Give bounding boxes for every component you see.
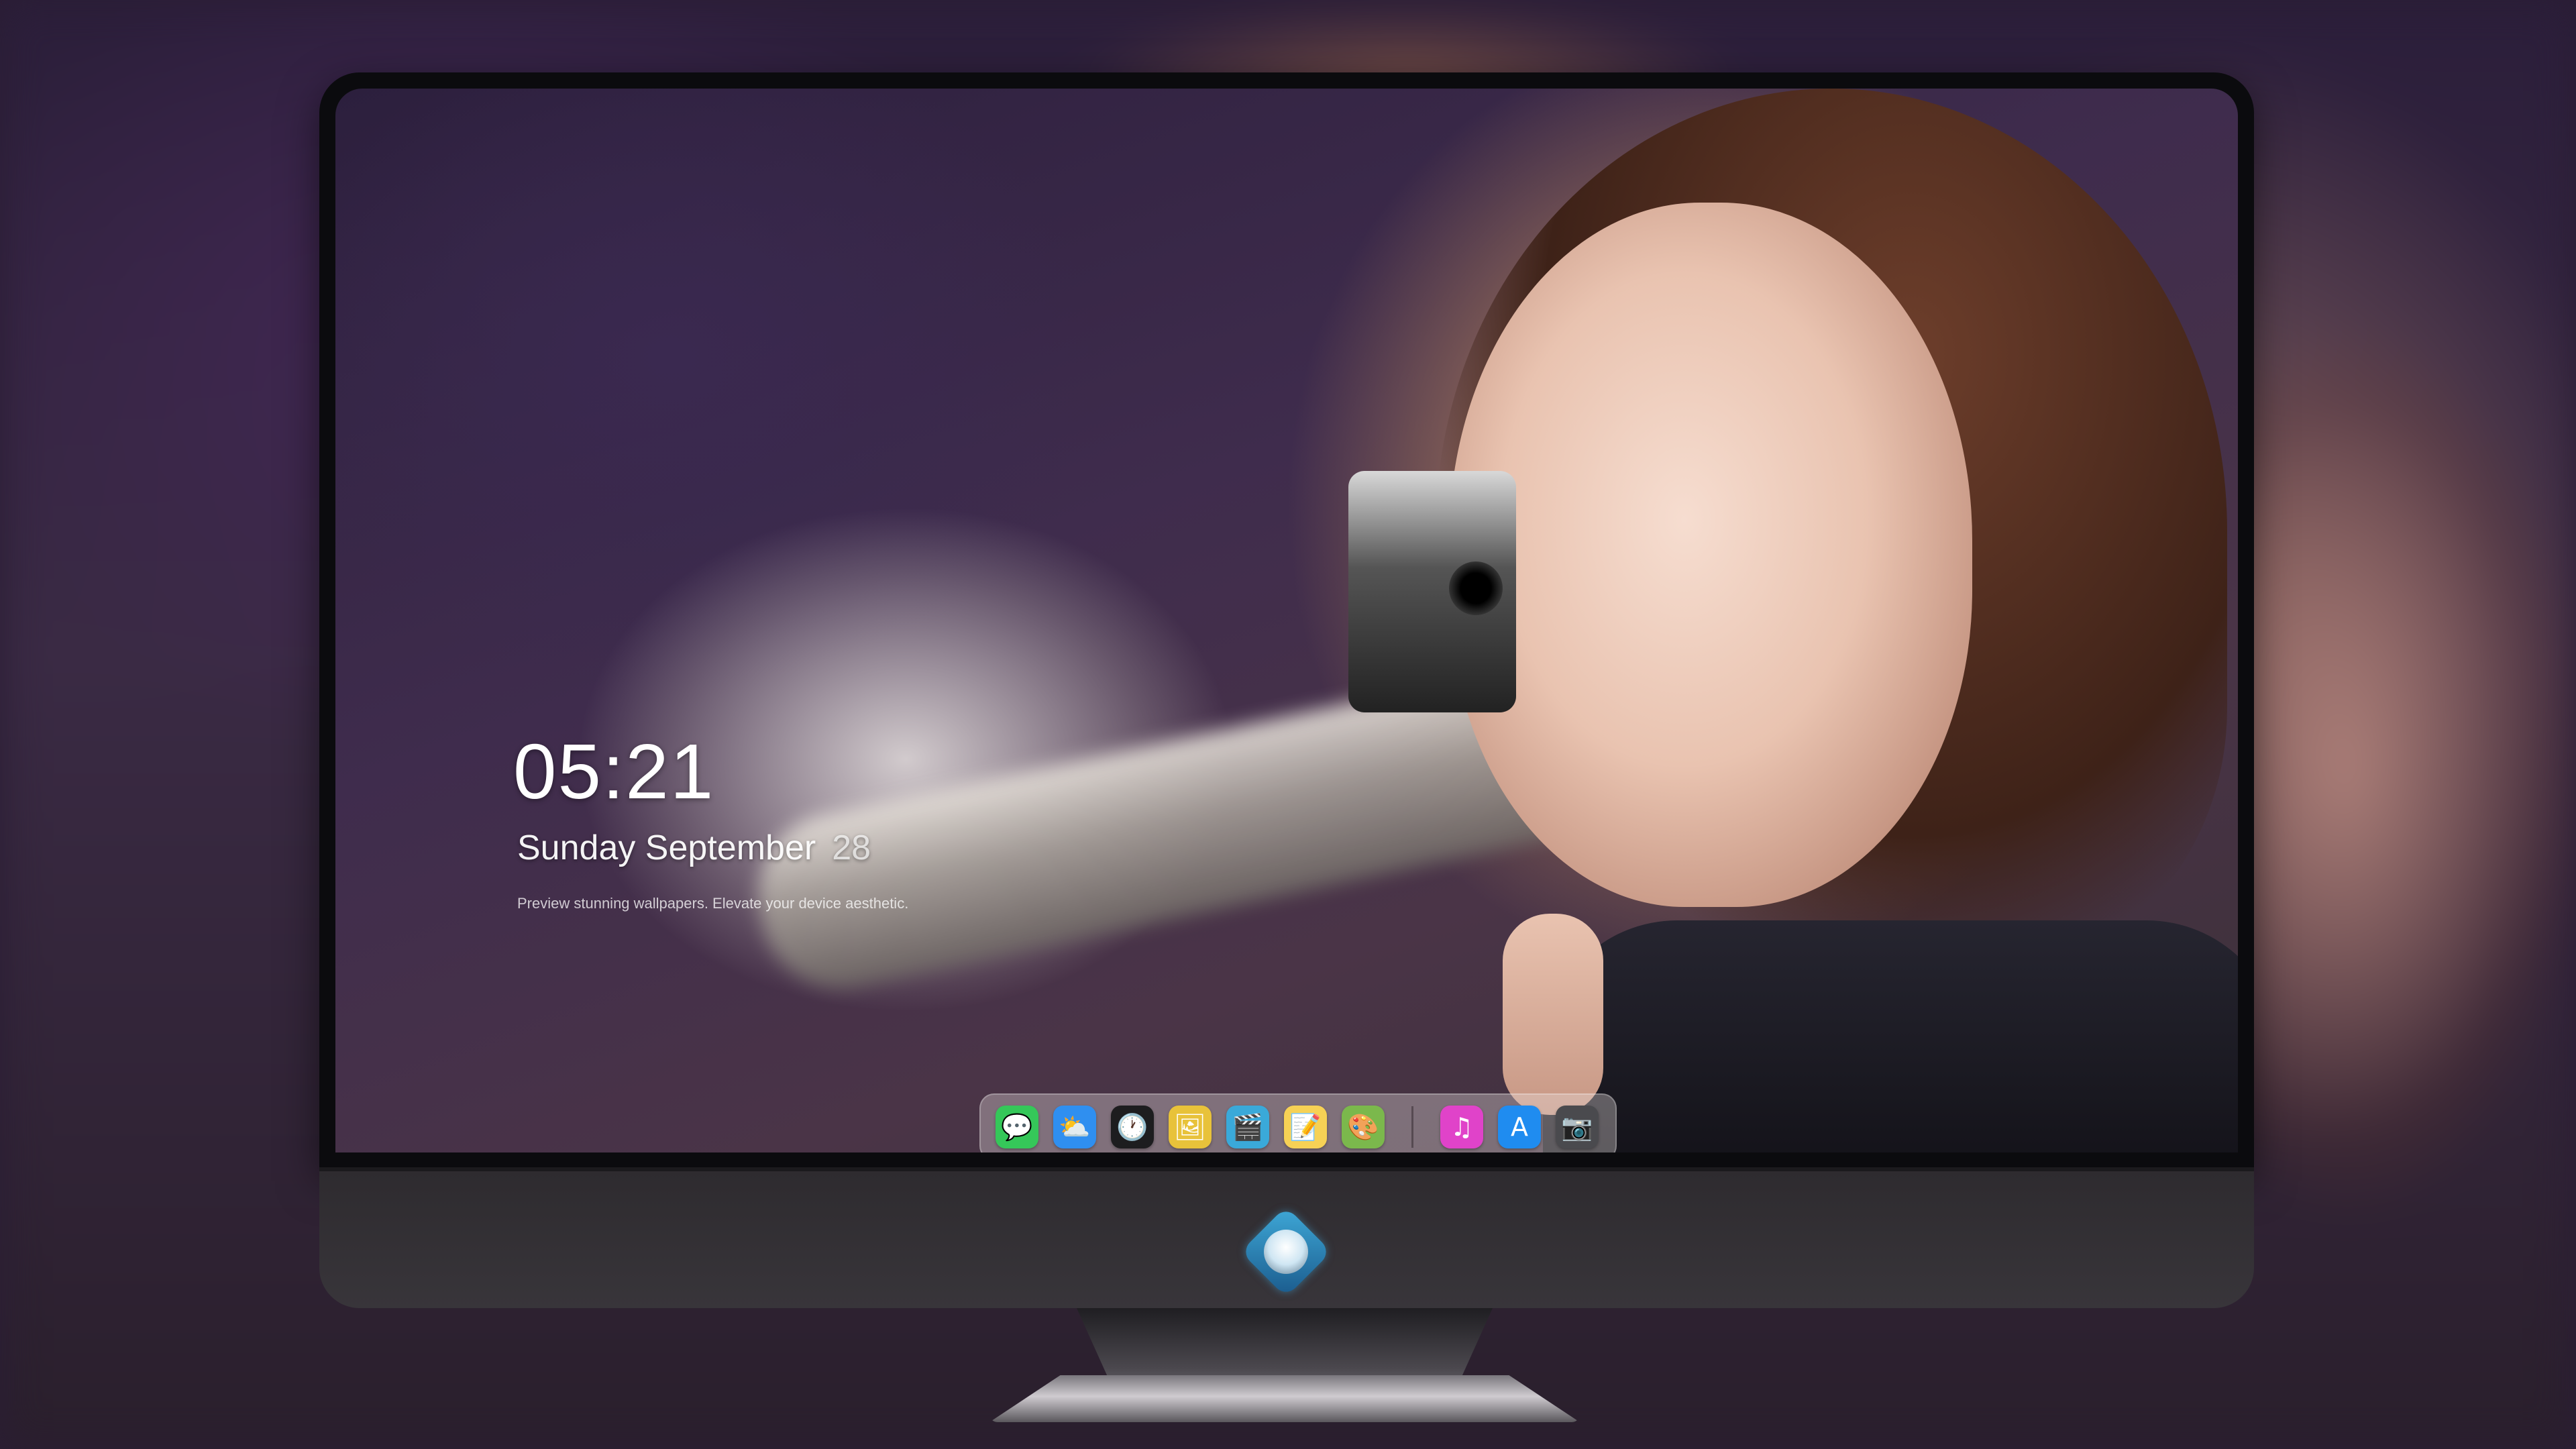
- weather-icon[interactable]: ⛅: [1053, 1106, 1096, 1148]
- dock: 💬 ⛅ 🕐 🖼 🎬 📝 🎨 ♫ A 📷: [979, 1093, 1617, 1152]
- monitor-stand: [989, 1308, 1580, 1449]
- notes-icon[interactable]: 📝: [1284, 1106, 1327, 1148]
- date-label: Sunday September: [517, 828, 816, 867]
- monitor-chin: [319, 1167, 2254, 1308]
- wallpaper-hand: [1503, 914, 1603, 1115]
- messages-icon[interactable]: 💬: [996, 1106, 1038, 1148]
- clapperboard-icon[interactable]: 🎬: [1226, 1106, 1269, 1148]
- app-store-icon[interactable]: A: [1498, 1106, 1541, 1148]
- wallpaper-shirt: [1543, 920, 2238, 1152]
- desktop-screen: 05:21 Sunday September 28 Preview stunnin…: [335, 89, 2238, 1152]
- music-icon[interactable]: ♫: [1440, 1106, 1483, 1148]
- monitor-bezel: 05:21 Sunday September 28 Preview stunnin…: [319, 72, 2254, 1167]
- photo-booth-icon[interactable]: 🎨: [1342, 1106, 1385, 1148]
- day-number: 28: [832, 828, 871, 867]
- wallpaper-tagline: Preview stunning wallpapers. Elevate you…: [517, 895, 909, 912]
- wallpaper-face: [1449, 203, 1972, 907]
- stand-foot: [989, 1375, 1580, 1422]
- clock-date: Sunday September 28: [517, 828, 908, 868]
- camera-icon[interactable]: 📷: [1556, 1106, 1599, 1148]
- clock-time: 05:21: [513, 728, 715, 815]
- lock-screen-clock: 05:21 Sunday September 28 Preview stunnin…: [513, 733, 908, 912]
- monitor: 05:21 Sunday September 28 Preview stunnin…: [319, 72, 2254, 1308]
- stand-neck: [1077, 1308, 1493, 1382]
- clock-icon[interactable]: 🕐: [1111, 1106, 1154, 1148]
- preview-icon[interactable]: 🖼: [1169, 1106, 1212, 1148]
- dock-separator: [1411, 1106, 1413, 1148]
